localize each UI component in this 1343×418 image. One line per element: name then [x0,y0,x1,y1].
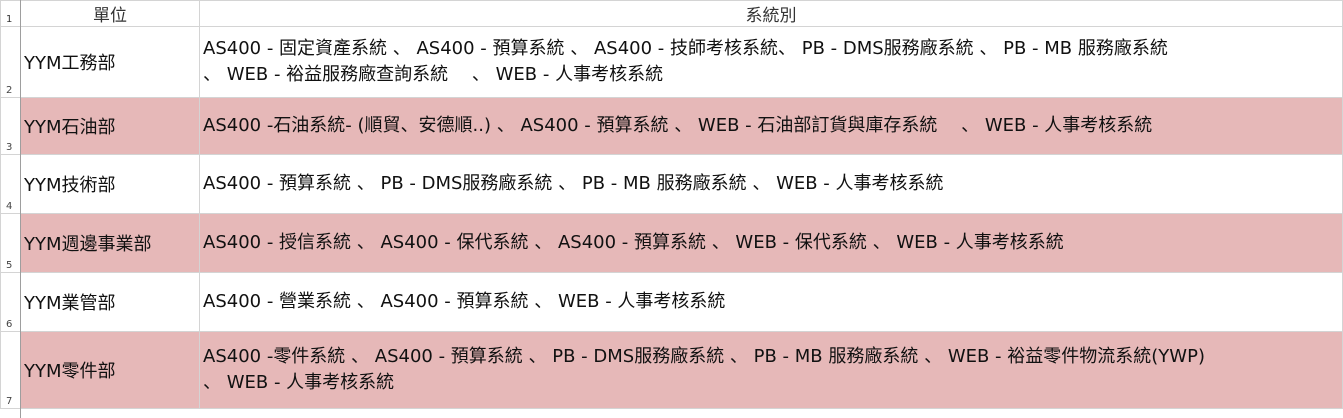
header-row: 1 單位 系統別 [0,0,1343,27]
table-row: 7 YYM零件部 AS400 -零件系統 、 AS400 - 預算系統 、 PB… [0,331,1343,409]
table-row: 4 YYM技術部 AS400 - 預算系統 、 PB - DMS服務廠系統 、 … [0,154,1343,214]
system-line: AS400 - 預算系統 、 PB - DMS服務廠系統 、 PB - MB 服… [203,173,944,194]
unit-cell[interactable]: YYM週邊事業部 [20,213,200,273]
system-cell[interactable]: AS400 - 營業系統 、 AS400 - 預算系統 、 WEB - 人事考核… [199,272,1343,332]
row-header-3[interactable]: 3 [0,97,21,155]
sheet-grid: 1 單位 系統別 2 YYM工務部 AS400 - 固定資產系統 、 AS400… [0,0,1343,409]
table-row: 5 YYM週邊事業部 AS400 - 授信系統 、 AS400 - 保代系統 、… [0,213,1343,273]
header-cell-unit[interactable]: 單位 [20,0,200,27]
system-cell[interactable]: AS400 - 固定資產系統 、 AS400 - 預算系統 、 AS400 - … [199,26,1343,98]
system-line: AS400 - 營業系統 、 AS400 - 預算系統 、 WEB - 人事考核… [203,291,726,312]
system-cell[interactable]: AS400 - 授信系統 、 AS400 - 保代系統 、 AS400 - 預算… [199,213,1343,273]
system-line: AS400 - 授信系統 、 AS400 - 保代系統 、 AS400 - 預算… [203,232,1064,253]
unit-cell[interactable]: YYM石油部 [20,97,200,155]
header-cell-system[interactable]: 系統別 [199,0,1343,27]
system-line: AS400 - 固定資產系統 、 AS400 - 預算系統 、 AS400 - … [203,38,1168,59]
unit-cell[interactable]: YYM零件部 [20,331,200,409]
row-header-5[interactable]: 5 [0,213,21,273]
system-line: AS400 -零件系統 、 AS400 - 預算系統 、 PB - DMS服務廠… [203,346,1205,367]
row-header-4[interactable]: 4 [0,154,21,214]
unit-cell[interactable]: YYM業管部 [20,272,200,332]
spreadsheet: 1 單位 系統別 2 YYM工務部 AS400 - 固定資產系統 、 AS400… [0,0,1343,418]
row-header-divider [20,0,21,418]
table-row: 2 YYM工務部 AS400 - 固定資產系統 、 AS400 - 預算系統 、… [0,26,1343,98]
system-cell[interactable]: AS400 -零件系統 、 AS400 - 預算系統 、 PB - DMS服務廠… [199,331,1343,409]
unit-cell[interactable]: YYM技術部 [20,154,200,214]
system-cell[interactable]: AS400 -石油系統- (順貿、安德順..) 、 AS400 - 預算系統 、… [199,97,1343,155]
unit-cell[interactable]: YYM工務部 [20,26,200,98]
system-cell[interactable]: AS400 - 預算系統 、 PB - DMS服務廠系統 、 PB - MB 服… [199,154,1343,214]
table-row: 3 YYM石油部 AS400 -石油系統- (順貿、安德順..) 、 AS400… [0,97,1343,155]
row-header-1[interactable]: 1 [0,0,21,27]
system-line: 、 WEB - 人事考核系統 [203,372,395,393]
row-header-2[interactable]: 2 [0,26,21,98]
row-header-6[interactable]: 6 [0,272,21,332]
table-row: 6 YYM業管部 AS400 - 營業系統 、 AS400 - 預算系統 、 W… [0,272,1343,332]
system-line: AS400 -石油系統- (順貿、安德順..) 、 AS400 - 預算系統 、… [203,115,1153,136]
row-header-7[interactable]: 7 [0,331,21,409]
system-line: 、 WEB - 裕益服務廠查詢系統 、 WEB - 人事考核系統 [203,64,664,85]
